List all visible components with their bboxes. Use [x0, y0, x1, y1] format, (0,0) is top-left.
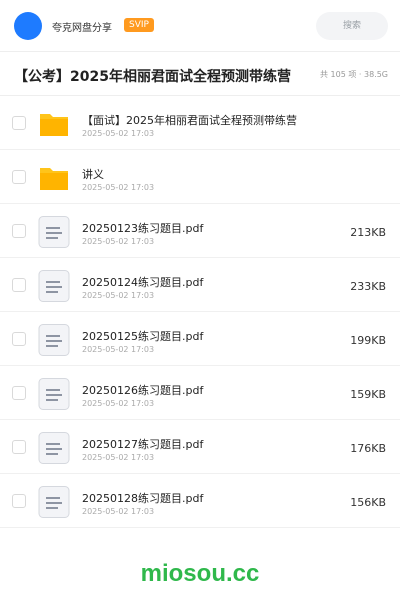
list-item[interactable]: 20250123练习题目.pdf 2025-05-02 17:03 213KB [0, 204, 400, 258]
list-item[interactable]: 20250126练习题目.pdf 2025-05-02 17:03 159KB [0, 366, 400, 420]
list-item[interactable]: 20250127练习题目.pdf 2025-05-02 17:03 176KB [0, 420, 400, 474]
select-checkbox[interactable] [12, 386, 26, 400]
top-header: 夸克网盘分享 SVIP 搜索 [0, 0, 400, 52]
document-icon [38, 486, 70, 518]
search-button[interactable]: 搜索 [316, 12, 388, 40]
document-icon [38, 378, 70, 410]
file-name: 20250127练习题目.pdf [82, 438, 204, 451]
file-size: 156KB [350, 496, 386, 509]
file-name: 讲义 [82, 168, 104, 181]
folder-icon [40, 168, 68, 190]
list-item[interactable]: 【面试】2025年相丽君面试全程预测带练营 2025-05-02 17:03 [0, 96, 400, 150]
file-name: 【面试】2025年相丽君面试全程预测带练营 [82, 114, 297, 127]
file-name: 20250126练习题目.pdf [82, 384, 204, 397]
svip-badge: SVIP [124, 18, 154, 32]
watermark-text: miosou.cc [140, 560, 260, 587]
list-item[interactable]: 20250128练习题目.pdf 2025-05-02 17:03 156KB [0, 474, 400, 528]
share-name: 夸克网盘分享 [52, 23, 112, 34]
document-icon [38, 324, 70, 356]
select-checkbox[interactable] [12, 440, 26, 454]
file-date: 2025-05-02 17:03 [82, 129, 155, 138]
file-date: 2025-05-02 17:03 [82, 345, 155, 354]
file-size: 213KB [350, 226, 386, 239]
folder-title-bar: 【公考】2025年相丽君面试全程预测带练营 共 105 项 · 38.5G [0, 52, 400, 96]
file-name: 20250123练习题目.pdf [82, 222, 204, 235]
file-size: 159KB [350, 388, 386, 401]
select-checkbox[interactable] [12, 116, 26, 130]
select-checkbox[interactable] [12, 224, 26, 238]
document-icon [38, 432, 70, 464]
file-name: 20250128练习题目.pdf [82, 492, 204, 505]
select-checkbox[interactable] [12, 494, 26, 508]
file-list: 【面试】2025年相丽君面试全程预测带练营 2025-05-02 17:03 讲… [0, 96, 400, 528]
file-date: 2025-05-02 17:03 [82, 507, 155, 516]
document-icon [38, 270, 70, 302]
file-size: 176KB [350, 442, 386, 455]
file-date: 2025-05-02 17:03 [82, 237, 155, 246]
list-item[interactable]: 讲义 2025-05-02 17:03 [0, 150, 400, 204]
file-date: 2025-05-02 17:03 [82, 453, 155, 462]
file-size: 199KB [350, 334, 386, 347]
folder-icon [40, 114, 68, 136]
file-name: 20250124练习题目.pdf [82, 276, 204, 289]
select-checkbox[interactable] [12, 278, 26, 292]
file-date: 2025-05-02 17:03 [82, 291, 155, 300]
select-checkbox[interactable] [12, 170, 26, 184]
file-size: 233KB [350, 280, 386, 293]
folder-meta: 共 105 项 · 38.5G [320, 70, 388, 79]
file-name: 20250125练习题目.pdf [82, 330, 204, 343]
file-date: 2025-05-02 17:03 [82, 183, 155, 192]
avatar[interactable] [14, 12, 42, 40]
file-date: 2025-05-02 17:03 [82, 399, 155, 408]
page-title: 【公考】2025年相丽君面试全程预测带练营 [14, 69, 291, 85]
list-item[interactable]: 20250125练习题目.pdf 2025-05-02 17:03 199KB [0, 312, 400, 366]
select-checkbox[interactable] [12, 332, 26, 346]
list-item[interactable]: 20250124练习题目.pdf 2025-05-02 17:03 233KB [0, 258, 400, 312]
document-icon [38, 216, 70, 248]
